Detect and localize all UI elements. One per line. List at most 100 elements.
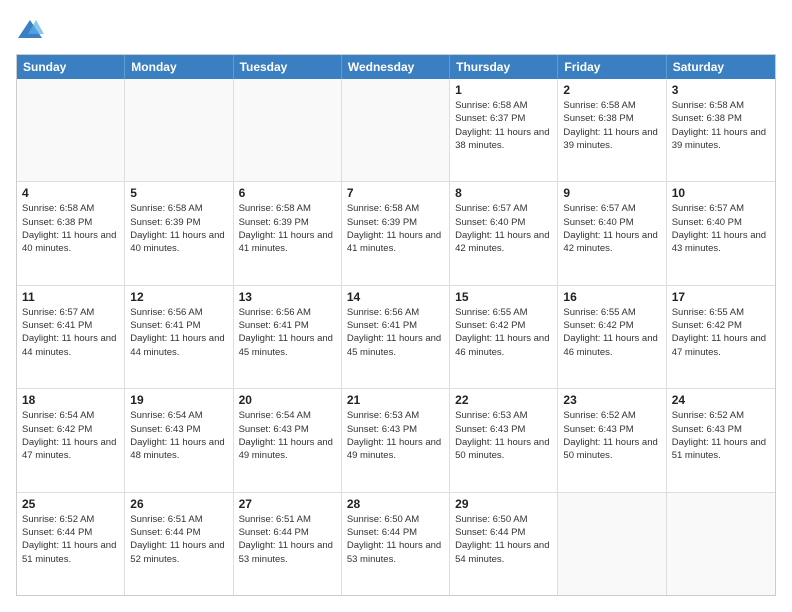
- day-info: Sunrise: 6:52 AM Sunset: 6:43 PM Dayligh…: [563, 409, 660, 462]
- day-info: Sunrise: 6:54 AM Sunset: 6:43 PM Dayligh…: [130, 409, 227, 462]
- cal-day-9: 9 Sunrise: 6:57 AM Sunset: 6:40 PM Daylig…: [558, 182, 666, 284]
- cal-day-17: 17 Sunrise: 6:55 AM Sunset: 6:42 PM Dayli…: [667, 286, 775, 388]
- cal-header-tuesday: Tuesday: [234, 55, 342, 79]
- cal-day-4: 4 Sunrise: 6:58 AM Sunset: 6:38 PM Daylig…: [17, 182, 125, 284]
- cal-day-10: 10 Sunrise: 6:57 AM Sunset: 6:40 PM Dayli…: [667, 182, 775, 284]
- day-number: 23: [563, 393, 660, 407]
- cal-week-3: 18Sunrise: 6:54 AM Sunset: 6:42 PM Dayli…: [17, 389, 775, 492]
- day-number: 28: [347, 497, 444, 511]
- day-number: 29: [455, 497, 552, 511]
- cal-header-monday: Monday: [125, 55, 233, 79]
- cal-week-4: 25 Sunrise: 6:52 AM Sunset: 6:44 PM Dayli…: [17, 493, 775, 595]
- day-number: 3: [672, 83, 770, 97]
- day-number: 27: [239, 497, 336, 511]
- day-info: Sunrise: 6:53 AM Sunset: 6:43 PM Dayligh…: [347, 409, 444, 462]
- cal-day-3: 3Sunrise: 6:58 AM Sunset: 6:38 PM Daylig…: [667, 79, 775, 181]
- cal-day-28: 28 Sunrise: 6:50 AM Sunset: 6:44 PM Dayli…: [342, 493, 450, 595]
- cal-week-0: 1 Sunrise: 6:58 AM Sunset: 6:37 PM Daylig…: [17, 79, 775, 182]
- day-number: 7: [347, 186, 444, 200]
- day-info: Sunrise: 6:52 AM Sunset: 6:43 PM Dayligh…: [672, 409, 770, 462]
- logo: [16, 16, 48, 44]
- cal-day-15: 15 Sunrise: 6:55 AM Sunset: 6:42 PM Dayli…: [450, 286, 558, 388]
- day-number: 16: [563, 290, 660, 304]
- page: SundayMondayTuesdayWednesdayThursdayFrid…: [0, 0, 792, 612]
- cal-day-7: 7Sunrise: 6:58 AM Sunset: 6:39 PM Daylig…: [342, 182, 450, 284]
- day-number: 12: [130, 290, 227, 304]
- cal-day-5: 5Sunrise: 6:58 AM Sunset: 6:39 PM Daylig…: [125, 182, 233, 284]
- day-info: Sunrise: 6:54 AM Sunset: 6:43 PM Dayligh…: [239, 409, 336, 462]
- day-number: 17: [672, 290, 770, 304]
- day-info: Sunrise: 6:51 AM Sunset: 6:44 PM Dayligh…: [239, 513, 336, 566]
- cal-day-8: 8Sunrise: 6:57 AM Sunset: 6:40 PM Daylig…: [450, 182, 558, 284]
- cal-day-empty: [125, 79, 233, 181]
- day-info: Sunrise: 6:56 AM Sunset: 6:41 PM Dayligh…: [347, 306, 444, 359]
- day-info: Sunrise: 6:56 AM Sunset: 6:41 PM Dayligh…: [239, 306, 336, 359]
- cal-day-13: 13 Sunrise: 6:56 AM Sunset: 6:41 PM Dayli…: [234, 286, 342, 388]
- day-number: 4: [22, 186, 119, 200]
- day-info: Sunrise: 6:51 AM Sunset: 6:44 PM Dayligh…: [130, 513, 227, 566]
- day-info: Sunrise: 6:57 AM Sunset: 6:40 PM Dayligh…: [672, 202, 770, 255]
- cal-day-empty: [667, 493, 775, 595]
- day-number: 25: [22, 497, 119, 511]
- day-number: 9: [563, 186, 660, 200]
- day-number: 13: [239, 290, 336, 304]
- day-number: 24: [672, 393, 770, 407]
- day-number: 20: [239, 393, 336, 407]
- cal-day-empty: [342, 79, 450, 181]
- calendar-header-row: SundayMondayTuesdayWednesdayThursdayFrid…: [17, 55, 775, 79]
- calendar: SundayMondayTuesdayWednesdayThursdayFrid…: [16, 54, 776, 596]
- cal-header-saturday: Saturday: [667, 55, 775, 79]
- day-number: 8: [455, 186, 552, 200]
- cal-week-1: 4 Sunrise: 6:58 AM Sunset: 6:38 PM Daylig…: [17, 182, 775, 285]
- cal-day-11: 11 Sunrise: 6:57 AM Sunset: 6:41 PM Dayli…: [17, 286, 125, 388]
- cal-day-empty: [558, 493, 666, 595]
- cal-day-29: 29 Sunrise: 6:50 AM Sunset: 6:44 PM Dayli…: [450, 493, 558, 595]
- day-info: Sunrise: 6:55 AM Sunset: 6:42 PM Dayligh…: [563, 306, 660, 359]
- day-number: 2: [563, 83, 660, 97]
- cal-header-friday: Friday: [558, 55, 666, 79]
- cal-day-14: 14 Sunrise: 6:56 AM Sunset: 6:41 PM Dayli…: [342, 286, 450, 388]
- day-number: 21: [347, 393, 444, 407]
- cal-day-20: 20 Sunrise: 6:54 AM Sunset: 6:43 PM Dayli…: [234, 389, 342, 491]
- day-number: 19: [130, 393, 227, 407]
- cal-day-empty: [17, 79, 125, 181]
- cal-day-26: 26 Sunrise: 6:51 AM Sunset: 6:44 PM Dayli…: [125, 493, 233, 595]
- cal-day-25: 25 Sunrise: 6:52 AM Sunset: 6:44 PM Dayli…: [17, 493, 125, 595]
- day-info: Sunrise: 6:57 AM Sunset: 6:40 PM Dayligh…: [563, 202, 660, 255]
- day-info: Sunrise: 6:58 AM Sunset: 6:38 PM Dayligh…: [563, 99, 660, 152]
- day-info: Sunrise: 6:55 AM Sunset: 6:42 PM Dayligh…: [455, 306, 552, 359]
- cal-day-6: 6Sunrise: 6:58 AM Sunset: 6:39 PM Daylig…: [234, 182, 342, 284]
- day-info: Sunrise: 6:55 AM Sunset: 6:42 PM Dayligh…: [672, 306, 770, 359]
- day-number: 6: [239, 186, 336, 200]
- day-info: Sunrise: 6:53 AM Sunset: 6:43 PM Dayligh…: [455, 409, 552, 462]
- day-info: Sunrise: 6:57 AM Sunset: 6:41 PM Dayligh…: [22, 306, 119, 359]
- cal-day-19: 19 Sunrise: 6:54 AM Sunset: 6:43 PM Dayli…: [125, 389, 233, 491]
- cal-week-2: 11 Sunrise: 6:57 AM Sunset: 6:41 PM Dayli…: [17, 286, 775, 389]
- day-info: Sunrise: 6:58 AM Sunset: 6:37 PM Dayligh…: [455, 99, 552, 152]
- day-info: Sunrise: 6:58 AM Sunset: 6:39 PM Dayligh…: [130, 202, 227, 255]
- cal-day-18: 18Sunrise: 6:54 AM Sunset: 6:42 PM Dayli…: [17, 389, 125, 491]
- day-info: Sunrise: 6:50 AM Sunset: 6:44 PM Dayligh…: [347, 513, 444, 566]
- day-number: 11: [22, 290, 119, 304]
- cal-day-2: 2 Sunrise: 6:58 AM Sunset: 6:38 PM Daylig…: [558, 79, 666, 181]
- cal-day-1: 1 Sunrise: 6:58 AM Sunset: 6:37 PM Daylig…: [450, 79, 558, 181]
- day-info: Sunrise: 6:52 AM Sunset: 6:44 PM Dayligh…: [22, 513, 119, 566]
- day-info: Sunrise: 6:54 AM Sunset: 6:42 PM Dayligh…: [22, 409, 119, 462]
- cal-day-27: 27 Sunrise: 6:51 AM Sunset: 6:44 PM Dayli…: [234, 493, 342, 595]
- day-number: 26: [130, 497, 227, 511]
- day-number: 14: [347, 290, 444, 304]
- cal-header-wednesday: Wednesday: [342, 55, 450, 79]
- day-number: 1: [455, 83, 552, 97]
- day-number: 10: [672, 186, 770, 200]
- cal-day-16: 16 Sunrise: 6:55 AM Sunset: 6:42 PM Dayli…: [558, 286, 666, 388]
- day-info: Sunrise: 6:58 AM Sunset: 6:38 PM Dayligh…: [22, 202, 119, 255]
- day-number: 15: [455, 290, 552, 304]
- cal-day-22: 22Sunrise: 6:53 AM Sunset: 6:43 PM Dayli…: [450, 389, 558, 491]
- cal-day-21: 21 Sunrise: 6:53 AM Sunset: 6:43 PM Dayli…: [342, 389, 450, 491]
- logo-icon: [16, 16, 44, 44]
- day-info: Sunrise: 6:50 AM Sunset: 6:44 PM Dayligh…: [455, 513, 552, 566]
- cal-day-24: 24 Sunrise: 6:52 AM Sunset: 6:43 PM Dayli…: [667, 389, 775, 491]
- cal-header-thursday: Thursday: [450, 55, 558, 79]
- calendar-body: 1 Sunrise: 6:58 AM Sunset: 6:37 PM Daylig…: [17, 79, 775, 595]
- cal-day-empty: [234, 79, 342, 181]
